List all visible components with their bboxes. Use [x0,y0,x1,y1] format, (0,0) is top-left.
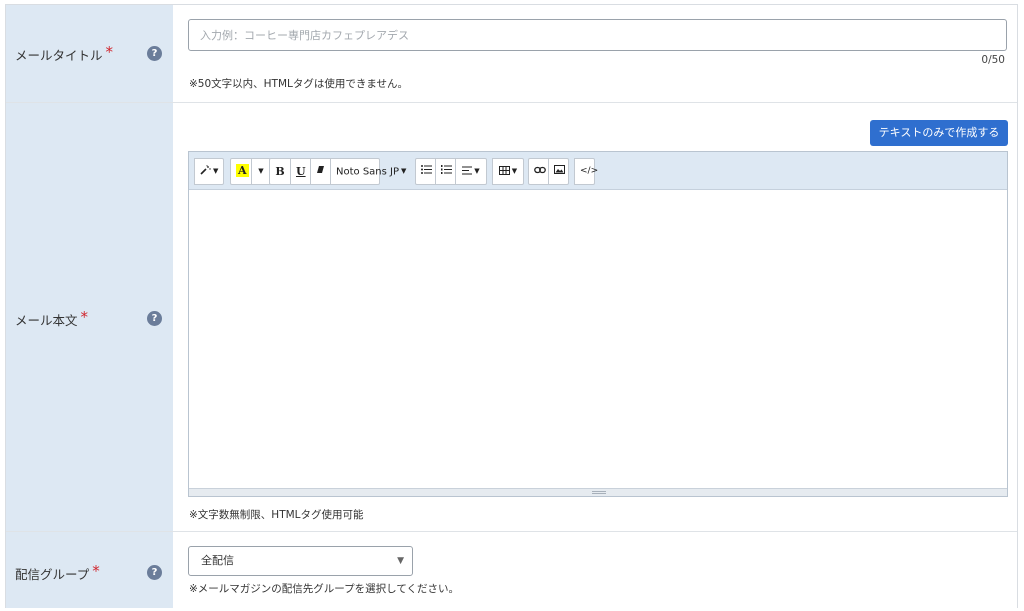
table-icon [498,165,510,178]
clear-format-button[interactable] [310,158,331,185]
unordered-list-icon [421,165,432,177]
delivery-group-content-cell: 全配信 ▼ ※メールマガジンの配信先グループを選択してください。 [173,532,1017,608]
mail-title-note: ※50文字以内、HTMLタグは使用できません。 [189,78,409,90]
link-icon [534,166,546,177]
chevron-down-icon: ▼ [397,556,404,566]
mail-body-note: ※文字数無制限、HTMLタグ使用可能 [189,509,364,521]
required-mark: * [80,308,89,326]
highlight-a-icon: A [236,164,249,177]
help-icon[interactable]: ? [147,311,162,326]
highlight-color-button[interactable]: A [230,158,252,185]
insert-picture-button[interactable] [548,158,569,185]
delivery-group-label-cell: 配信グループ * ? [6,532,173,608]
eraser-icon [316,166,325,177]
delivery-group-selected-value: 全配信 [201,554,234,567]
mail-body-row: メール本文 * ? テキストのみで作成する ▼ A ▼ B U Noto San… [6,103,1017,532]
character-counter: 0/50 [981,54,1005,66]
mail-body-label: メール本文 * [15,308,89,328]
mail-body-label-cell: メール本文 * ? [6,103,173,531]
font-family-dropdown[interactable]: Noto Sans JP ▼ [330,158,406,185]
font-style-group: B U Noto Sans JP ▼ [269,158,406,185]
delivery-group-row: 配信グループ * ? 全配信 ▼ ※メールマガジンの配信先グループを選択してくださ… [6,532,1017,608]
editor-toolbar: ▼ A ▼ B U Noto Sans JP ▼ ▼ ▼ </> [189,152,1007,190]
chevron-down-icon: ▼ [258,167,264,175]
rich-text-editor: ▼ A ▼ B U Noto Sans JP ▼ ▼ ▼ </> [188,151,1008,497]
underline-button[interactable]: U [290,158,311,185]
bold-button[interactable]: B [269,158,291,185]
help-icon[interactable]: ? [147,46,162,61]
chevron-down-icon: ▼ [474,167,480,175]
table-group: ▼ [492,158,524,185]
insert-group [528,158,569,185]
chevron-down-icon: ▼ [401,167,407,175]
color-dropdown-button[interactable]: ▼ [251,158,271,185]
unordered-list-button[interactable] [415,158,436,185]
code-group: </> [574,158,598,185]
delivery-group-select[interactable]: 全配信 ▼ [188,546,413,576]
ordered-list-button[interactable] [435,158,456,185]
picture-icon [554,165,565,177]
align-icon [462,166,473,178]
help-icon[interactable]: ? [147,565,162,580]
mail-title-label: メールタイトル * [15,43,114,63]
mail-title-row: メールタイトル* ? 0/50 ※50文字以内、HTMLタグは使用できません。 [6,5,1017,103]
mail-form: メールタイトル* ? 0/50 ※50文字以内、HTMLタグは使用できません。 … [5,4,1018,608]
style-group: ▼ [194,158,224,185]
insert-link-button[interactable] [528,158,549,185]
chevron-down-icon: ▼ [213,167,219,175]
paragraph-group: ▼ [415,158,487,185]
text-only-create-button[interactable]: テキストのみで作成する [870,120,1008,146]
magic-wand-icon [200,164,211,178]
mail-title-input[interactable] [188,19,1007,51]
color-group: A ▼ [230,158,271,185]
mail-title-label-cell: メールタイトル * ? [6,5,173,102]
required-mark: * [92,562,100,580]
editor-resize-bar[interactable] [189,488,1007,496]
resize-grip-icon[interactable] [592,491,606,494]
editor-content-area[interactable] [189,190,1007,488]
mail-body-content-cell: テキストのみで作成する ▼ A ▼ B U Noto Sans JP ▼ ▼ ▼… [173,103,1017,531]
ordered-list-icon [441,165,452,177]
style-dropdown-button[interactable]: ▼ [194,158,224,185]
chevron-down-icon: ▼ [511,167,518,175]
delivery-group-label: 配信グループ * [15,562,100,582]
align-dropdown-button[interactable]: ▼ [455,158,487,185]
delivery-group-note: ※メールマガジンの配信先グループを選択してください。 [189,583,460,595]
required-mark: * [105,43,114,61]
table-dropdown-button[interactable]: ▼ [492,158,524,185]
code-view-button[interactable]: </> [574,158,598,185]
mail-title-content-cell: 0/50 ※50文字以内、HTMLタグは使用できません。 [173,5,1017,102]
